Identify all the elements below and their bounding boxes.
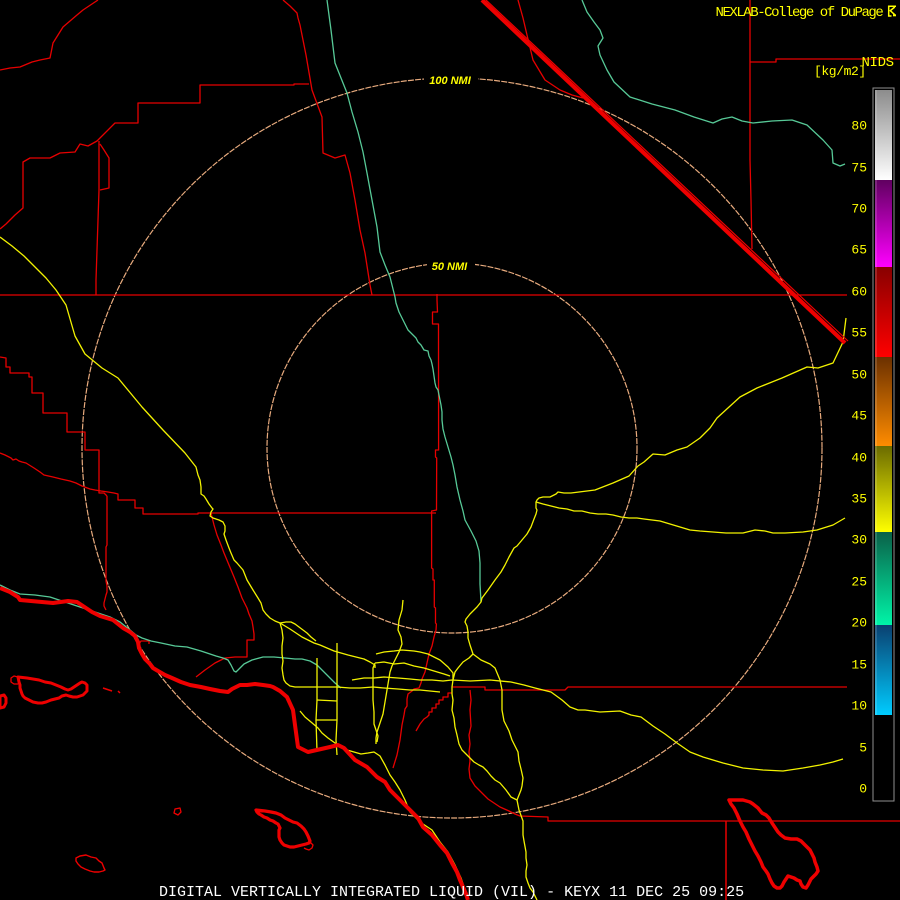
svg-text:25: 25 bbox=[851, 575, 867, 590]
svg-text:55: 55 bbox=[851, 326, 867, 341]
svg-text:20: 20 bbox=[851, 616, 867, 631]
svg-text:[kg/m2]: [kg/m2] bbox=[814, 64, 866, 79]
svg-text:60: 60 bbox=[851, 285, 867, 300]
svg-text:70: 70 bbox=[851, 202, 867, 217]
svg-text:0: 0 bbox=[859, 782, 867, 797]
svg-text:35: 35 bbox=[851, 492, 867, 507]
svg-text:80: 80 bbox=[851, 119, 867, 134]
svg-text:5: 5 bbox=[859, 741, 867, 756]
svg-text:65: 65 bbox=[851, 243, 867, 258]
svg-text:NEXLAB-College of DuPage: NEXLAB-College of DuPage bbox=[716, 5, 884, 21]
svg-text:30: 30 bbox=[851, 533, 867, 548]
svg-text:15: 15 bbox=[851, 658, 867, 673]
svg-text:50: 50 bbox=[851, 368, 867, 383]
svg-text:DIGITAL VERTICALLY INTEGRATED: DIGITAL VERTICALLY INTEGRATED LIQUID (VI… bbox=[159, 884, 744, 900]
svg-text:100 NMI: 100 NMI bbox=[429, 75, 472, 87]
svg-text:50 NMI: 50 NMI bbox=[432, 261, 468, 273]
svg-text:45: 45 bbox=[851, 409, 867, 424]
svg-text:40: 40 bbox=[851, 451, 867, 466]
svg-text:75: 75 bbox=[851, 161, 867, 176]
svg-text:10: 10 bbox=[851, 699, 867, 714]
svg-text:NIDS: NIDS bbox=[862, 55, 894, 71]
